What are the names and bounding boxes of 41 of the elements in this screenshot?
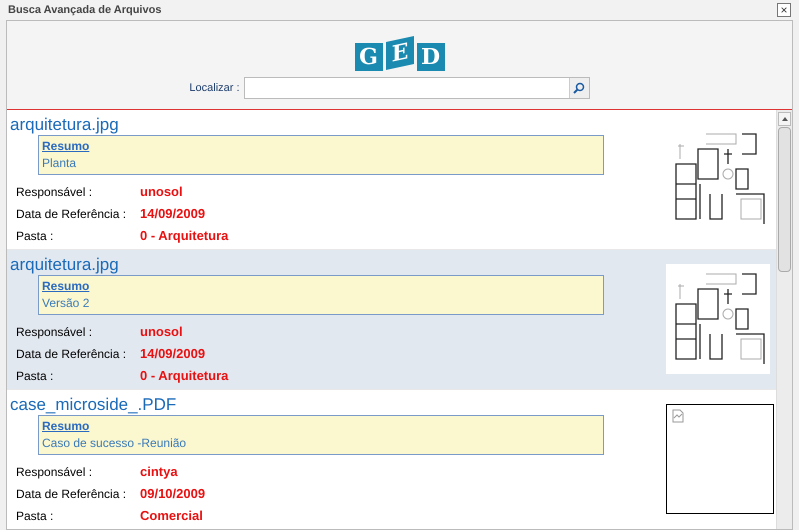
up-arrow-icon xyxy=(782,117,788,121)
summary-title[interactable]: Resumo xyxy=(42,278,90,294)
summary-text: Versão 2 xyxy=(42,295,90,312)
field-label: Data de Referência : xyxy=(16,206,128,223)
field-label: Pasta : xyxy=(16,368,54,385)
scroll-up-button[interactable] xyxy=(778,112,791,126)
summary-text: Caso de sucesso -Reunião xyxy=(42,435,186,452)
file-name-link[interactable]: arquitetura.jpg xyxy=(10,115,666,135)
summary-title[interactable]: Resumo xyxy=(42,418,90,434)
field-value: unosol xyxy=(140,183,183,202)
field-value: 0 - Arquitetura xyxy=(140,227,228,246)
field-value: 09/10/2009 xyxy=(140,485,206,504)
logo-letter: D xyxy=(416,43,444,71)
scrollbar[interactable] xyxy=(776,110,792,529)
window-title: Busca Avançada de Arquivos xyxy=(8,2,162,18)
field-label: Data de Referência : xyxy=(16,346,128,363)
summary-text: Planta xyxy=(42,155,76,172)
field-label: Responsável : xyxy=(16,184,94,201)
field-label: Responsável : xyxy=(16,324,94,341)
logo-letter: E xyxy=(386,36,414,70)
scroll-thumb[interactable] xyxy=(778,127,791,272)
logo-letter: G xyxy=(354,43,382,71)
field-label: Data de Referência : xyxy=(16,486,128,503)
search-field[interactable] xyxy=(244,77,590,99)
field-label: Responsável : xyxy=(16,464,94,481)
field-value: Comercial xyxy=(140,507,203,526)
summary-title[interactable]: Resumo xyxy=(42,138,90,154)
search-icon xyxy=(573,82,586,94)
search-button[interactable] xyxy=(568,78,589,98)
field-value: 14/09/2009 xyxy=(140,205,206,224)
file-name-link[interactable]: arquitetura.jpg xyxy=(10,255,666,275)
field-value: unosol xyxy=(140,323,183,342)
field-label: Pasta : xyxy=(16,508,54,525)
file-name-link[interactable]: case_microside_.PDF xyxy=(10,395,666,415)
field-value: 0 - Arquitetura xyxy=(140,367,228,386)
close-button[interactable]: × xyxy=(777,3,791,17)
search-label: Localizar : xyxy=(189,80,240,96)
broken-image-icon xyxy=(671,409,685,423)
field-value: 14/09/2009 xyxy=(140,345,206,364)
field-label: Pasta : xyxy=(16,228,54,245)
field-value: cintya xyxy=(140,463,178,482)
